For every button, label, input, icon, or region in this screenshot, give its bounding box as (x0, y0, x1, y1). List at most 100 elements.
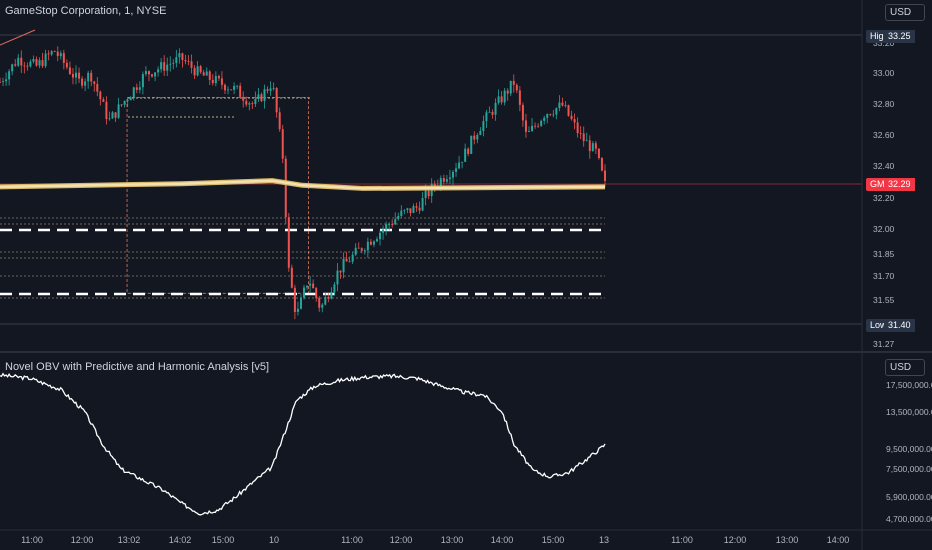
candle-body (342, 259, 345, 273)
trend-line (0, 29, 36, 46)
candle-body (552, 114, 555, 116)
candle-body (0, 81, 1, 83)
candle-body (354, 247, 357, 255)
candle-body (503, 90, 506, 103)
candle-body (11, 64, 14, 72)
candle-body (382, 229, 385, 233)
candle-body (14, 64, 17, 66)
time-tick-label: 13:00 (776, 535, 799, 545)
candle-body (579, 133, 582, 134)
candle-body (479, 130, 482, 135)
time-tick-label: 13:02 (118, 535, 141, 545)
candle-body (412, 206, 415, 213)
candle-body (540, 120, 543, 126)
candle-body (275, 88, 278, 113)
candle-body (99, 91, 102, 100)
candle-body (245, 100, 248, 105)
candle-body (594, 143, 597, 149)
last-price-tag: 32.29 (884, 178, 915, 191)
candle-body (348, 261, 351, 263)
candle-body (476, 134, 479, 140)
price-axis[interactable]: 33.2033.0032.8032.6032.4032.2032.0031.85… (873, 38, 895, 349)
candle-body (17, 57, 20, 66)
candle-body (126, 100, 129, 101)
candle-body (394, 219, 397, 225)
candle-body (90, 72, 93, 82)
candle-body (537, 125, 540, 127)
candle-body (5, 79, 8, 82)
candle-body (56, 51, 59, 57)
candle-body (196, 66, 199, 76)
candle-body (357, 247, 360, 249)
candle-body (464, 148, 467, 162)
candle-body (132, 87, 135, 98)
candle-body (26, 65, 29, 67)
candle-body (208, 71, 211, 80)
candles (0, 46, 606, 320)
candle-body (309, 283, 312, 286)
candle-body (242, 96, 245, 101)
candle-body (239, 85, 242, 97)
price-tick-label: 31.85 (873, 249, 895, 259)
candle-body (151, 74, 154, 77)
candle-body (111, 112, 114, 119)
candle-body (75, 72, 78, 78)
chart-canvas[interactable]: 33.2033.0032.8032.6032.4032.2032.0031.85… (0, 0, 932, 550)
candle-body (93, 81, 96, 84)
candle-body (546, 114, 549, 118)
candle-body (400, 210, 403, 216)
candle-body (327, 296, 330, 299)
candle-body (406, 208, 409, 211)
candle-body (482, 121, 485, 131)
candle-body (157, 69, 160, 73)
candle-body (570, 115, 573, 120)
time-tick-label: 12:00 (724, 535, 747, 545)
candle-body (59, 53, 62, 57)
candle-body (582, 133, 585, 142)
candle-body (35, 58, 38, 66)
time-tick-label: 15:00 (542, 535, 565, 545)
price-tick-label: 32.20 (873, 193, 895, 203)
candle-body (397, 215, 400, 220)
time-axis[interactable]: 11:00 12:00 13:02 14:02 15:00 10 11:00 12:00 13:… (21, 535, 849, 545)
candle-body (369, 241, 372, 245)
candle-body (272, 88, 275, 89)
candle-body (345, 259, 348, 262)
candle-body (497, 96, 500, 103)
price-tick-label: 32.40 (873, 161, 895, 171)
candle-body (524, 120, 527, 132)
time-tick-label: 11:00 (671, 535, 693, 545)
time-tick-label: 11:00 (21, 535, 43, 545)
candle-body (129, 97, 132, 101)
candle-body (269, 88, 272, 91)
time-tick-label: 13:00 (441, 535, 464, 545)
indicator-currency-selector[interactable]: USD (885, 359, 925, 376)
candle-body (515, 84, 518, 91)
candle-body (403, 210, 406, 211)
candle-body (494, 102, 497, 115)
candle-body (385, 224, 388, 230)
time-tick-label: 14:00 (827, 535, 850, 545)
price-tick-label: 31.70 (873, 271, 895, 281)
candle-body (220, 78, 223, 85)
candle-body (290, 267, 293, 288)
candle-body (442, 178, 445, 182)
obv-tick-label: 13,500,000.00 (886, 407, 932, 417)
candle-body (117, 104, 120, 118)
obv-axis[interactable]: 17,500,000.00 13,500,000.00 9,500,000.00 7,… (886, 380, 932, 524)
time-tick-label: 11:00 (341, 535, 363, 545)
time-tick-label: 10 (269, 535, 279, 545)
candle-body (421, 198, 424, 211)
candle-body (251, 103, 254, 105)
low-value-tag: 31.40 (884, 319, 915, 332)
candle-body (120, 104, 123, 106)
candle-body (227, 89, 230, 91)
candle-body (68, 67, 71, 74)
currency-selector[interactable]: USD (885, 4, 925, 21)
sr-levels (0, 228, 605, 296)
candle-body (44, 53, 47, 67)
candle-body (534, 125, 537, 127)
candle-body (53, 51, 56, 52)
candle-body (163, 62, 166, 71)
candle-body (445, 179, 448, 182)
